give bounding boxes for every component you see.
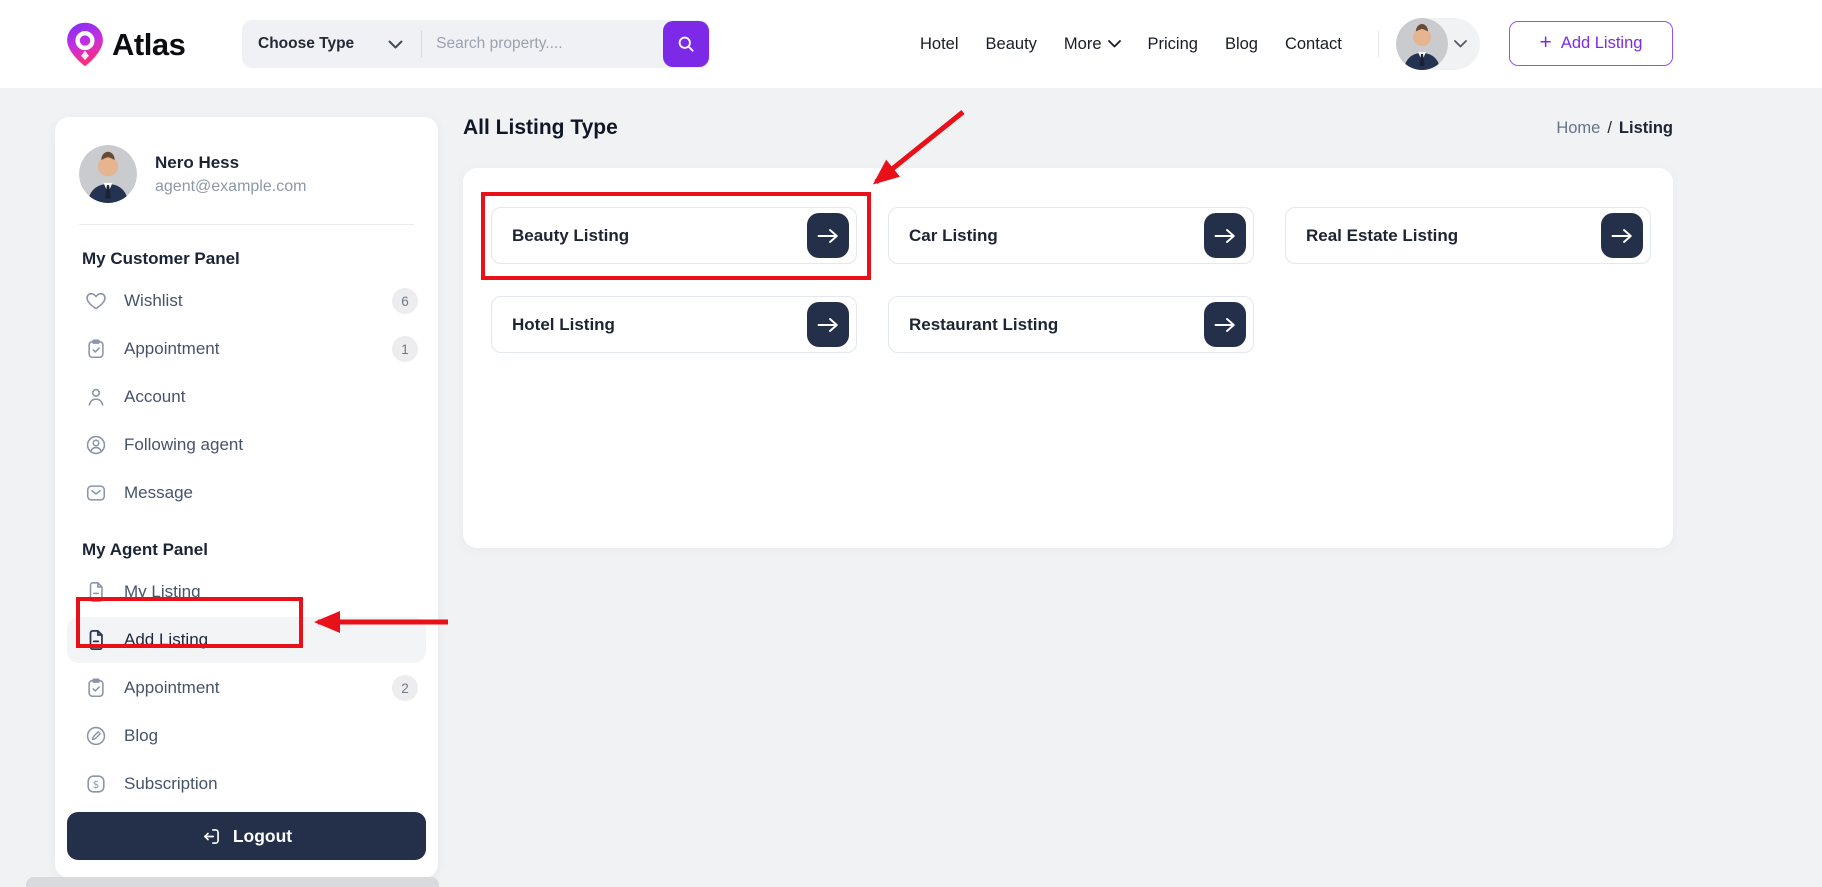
nav-link-beauty[interactable]: Beauty (986, 35, 1037, 54)
page-title: All Listing Type (463, 116, 618, 139)
car-listing-arrow-button[interactable] (1204, 213, 1246, 258)
brand-name: Atlas (112, 26, 186, 62)
sidebar-item-add-listing[interactable]: Add Listing (67, 617, 426, 663)
listing-type-select-value: Choose Type (258, 35, 355, 52)
breadcrumb-current: Listing (1618, 118, 1673, 137)
navbar-divider (1378, 31, 1379, 57)
user-icon (85, 386, 107, 408)
chevron-down-icon (388, 40, 403, 49)
real-estate-listing-arrow-button[interactable] (1601, 213, 1643, 258)
logout-button-label: Logout (232, 825, 293, 846)
file-icon (85, 581, 107, 603)
atlas-pin-icon (64, 21, 106, 68)
appointment-count-badge: 1 (392, 336, 418, 362)
sidebar-user-card: Nero Hess agent@example.com (79, 145, 426, 203)
search-input[interactable] (422, 35, 663, 53)
chevron-down-icon (1107, 40, 1121, 48)
svg-text:$: $ (93, 779, 100, 791)
beauty-listing-card[interactable]: Beauty Listing (491, 207, 857, 264)
main-header: All Listing Type Home / Listing (463, 106, 1673, 150)
listing-type-panel: Beauty Listing Car Listing Real Estate L… (463, 168, 1673, 548)
nav-link-more[interactable]: More (1064, 35, 1121, 54)
user-menu[interactable] (1396, 18, 1480, 70)
wishlist-count-badge: 6 (392, 288, 418, 314)
arrow-right-icon (817, 317, 839, 333)
arrow-right-icon (1611, 228, 1633, 244)
logout-icon (201, 826, 222, 847)
hotel-listing-card[interactable]: Hotel Listing (491, 296, 857, 353)
sidebar-item-agent-appointment[interactable]: Appointment 2 (67, 665, 426, 711)
mail-icon (85, 482, 107, 504)
restaurant-listing-arrow-button[interactable] (1204, 302, 1246, 347)
chevron-down-icon (1454, 40, 1467, 48)
sidebar-item-appointment[interactable]: Appointment 1 (67, 326, 426, 372)
avatar (79, 145, 137, 203)
add-listing-button-label: Add Listing (1560, 34, 1643, 52)
clipboard-check-icon (85, 677, 107, 699)
agent-appointment-count-badge: 2 (392, 675, 418, 701)
plus-icon: + (1539, 31, 1552, 54)
user-name: Nero Hess (155, 152, 240, 172)
scrolled-card-edge (26, 877, 439, 887)
clipboard-check-icon (85, 338, 107, 360)
agent-panel-title: My Agent Panel (82, 540, 208, 559)
breadcrumb: Home / Listing (1556, 119, 1673, 138)
nav-link-hotel[interactable]: Hotel (920, 35, 959, 54)
customer-panel-title: My Customer Panel (82, 249, 240, 268)
nav-link-blog[interactable]: Blog (1225, 35, 1258, 54)
sidebar-item-blog[interactable]: Blog (67, 713, 426, 759)
add-listing-button[interactable]: + Add Listing (1509, 21, 1673, 66)
arrow-right-icon (1214, 317, 1236, 333)
account-sidebar: Nero Hess agent@example.com My Customer … (55, 117, 438, 878)
property-search-bar: Choose Type (242, 20, 710, 68)
main-navigation: Hotel Beauty More Pricing Blog Contact (920, 0, 1342, 88)
avatar (1396, 18, 1448, 70)
brand-logo[interactable]: Atlas (64, 21, 186, 68)
listing-type-grid: Beauty Listing Car Listing Real Estate L… (491, 207, 1651, 353)
sidebar-item-my-listing[interactable]: My Listing (67, 569, 426, 615)
sidebar-item-account[interactable]: Account (67, 374, 426, 420)
restaurant-listing-card[interactable]: Restaurant Listing (888, 296, 1254, 353)
arrow-right-icon (817, 228, 839, 244)
dollar-icon: $ (85, 773, 107, 795)
logout-button[interactable]: Logout (67, 812, 426, 860)
sidebar-item-wishlist[interactable]: Wishlist 6 (67, 278, 426, 324)
divider (79, 224, 414, 225)
beauty-listing-arrow-button[interactable] (807, 213, 849, 258)
sidebar-item-subscription[interactable]: $ Subscription (67, 761, 426, 807)
breadcrumb-separator: / (1607, 118, 1612, 137)
edit-icon (85, 725, 107, 747)
nav-link-contact[interactable]: Contact (1285, 35, 1342, 54)
arrow-right-icon (1214, 228, 1236, 244)
top-navbar: Atlas Choose Type Hotel Beauty More Pric… (0, 0, 1822, 88)
sidebar-item-following-agent[interactable]: Following agent (67, 422, 426, 468)
search-icon (676, 34, 696, 54)
sidebar-item-message[interactable]: Message (67, 470, 426, 516)
file-icon (85, 629, 107, 651)
car-listing-card[interactable]: Car Listing (888, 207, 1254, 264)
user-circle-icon (85, 434, 107, 456)
nav-link-pricing[interactable]: Pricing (1148, 35, 1198, 54)
hotel-listing-arrow-button[interactable] (807, 302, 849, 347)
listing-type-select[interactable]: Choose Type (242, 35, 421, 53)
search-button[interactable] (663, 21, 709, 67)
user-email: agent@example.com (155, 177, 307, 195)
real-estate-listing-card[interactable]: Real Estate Listing (1285, 207, 1651, 264)
heart-icon (85, 290, 107, 312)
breadcrumb-home-link[interactable]: Home (1556, 119, 1600, 138)
